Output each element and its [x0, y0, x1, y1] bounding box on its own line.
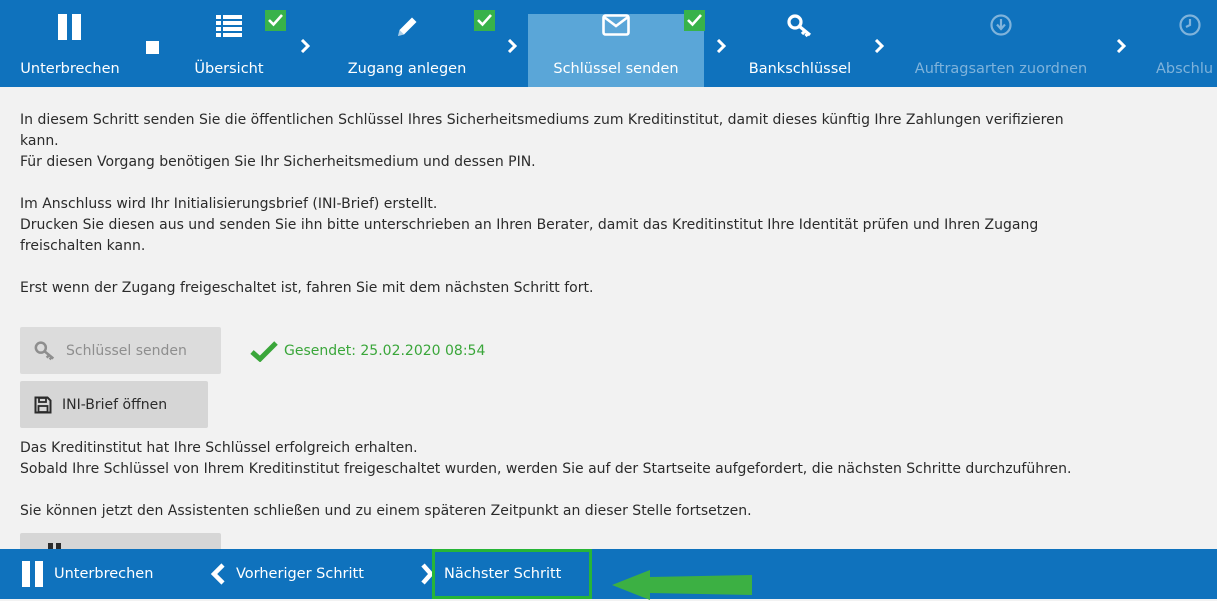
step-content: In diesem Schritt senden Sie die öffentl… [20, 110, 1210, 299]
intro-pin-text: Für diesen Vorgang benötigen Sie Ihr Sic… [20, 154, 536, 170]
pause-button[interactable]: Unterbrechen [22, 549, 153, 599]
open-ini-letter-label: INI-Brief öffnen [62, 396, 168, 413]
pause-icon [58, 14, 82, 44]
list-icon [216, 14, 242, 42]
intro-text: In diesem Schritt senden Sie die öffentl… [20, 112, 1064, 128]
step-bank-keys[interactable]: Bankschlüssel [735, 14, 865, 87]
received-text: Das Kreditinstitut hat Ihre Schlüssel er… [20, 440, 418, 456]
sent-status: Gesendet: 25.02.2020 08:54 [250, 340, 485, 362]
close-note: Sie können jetzt den Assistenten schließ… [20, 503, 752, 519]
step-label: Abschlu [1156, 61, 1214, 77]
download-circle-icon [990, 14, 1012, 40]
check-icon [250, 340, 284, 362]
step-assign-order-types: Auftragsarten zuordnen [896, 14, 1106, 87]
next-step-label: Nächster Schritt [444, 566, 562, 582]
chevron-right-icon [420, 563, 434, 585]
step-send-keys[interactable]: Schlüssel senden [528, 14, 704, 87]
next-step-note: Erst wenn der Zugang freigeschaltet ist,… [20, 280, 594, 296]
send-keys-button-label: Schlüssel senden [66, 342, 187, 359]
pause-button-label: Unterbrechen [54, 566, 154, 582]
step-label: Bankschlüssel [748, 61, 852, 77]
chevron-right-icon [874, 38, 885, 57]
activation-text: Sobald Ihre Schlüssel von Ihrem Kreditin… [20, 461, 1072, 477]
ini-text: Im Anschluss wird Ihr Initialisierungsbr… [20, 196, 438, 212]
chevron-left-icon [210, 563, 226, 585]
result-content: Das Kreditinstitut hat Ihre Schlüssel er… [20, 438, 1210, 522]
sent-status-text: Gesendet: 25.02.2020 08:54 [284, 343, 486, 359]
open-ini-letter-button[interactable]: INI-Brief öffnen [20, 381, 208, 428]
step-create-access[interactable]: Zugang anlegen [322, 14, 492, 87]
ini-instructions: Drucken Sie diesen aus und senden Sie ih… [20, 217, 1039, 233]
previous-step-button[interactable]: Vorheriger Schritt [210, 549, 364, 599]
pencil-icon [394, 14, 420, 44]
step-label: Schlüssel senden [553, 61, 679, 77]
chevron-right-icon [1116, 38, 1127, 57]
key-icon [34, 340, 56, 361]
step-label: Auftragsarten zuordnen [914, 61, 1088, 77]
chevron-right-icon [507, 38, 518, 57]
pause-step[interactable]: Unterbrechen [0, 14, 140, 87]
completed-check-icon [265, 10, 286, 31]
save-icon [34, 396, 52, 414]
send-keys-button: Schlüssel senden [20, 327, 221, 374]
chevron-right-icon [300, 38, 311, 57]
pointer-arrow-icon [612, 570, 752, 600]
wizard-step-bar: Unterbrechen Übersicht Zugang anlegen Sc… [0, 0, 1217, 87]
step-label: Zugang anlegen [347, 61, 467, 77]
pause-step-label: Unterbrechen [20, 61, 120, 77]
step-finish: Abschlu [1150, 14, 1217, 87]
ini-instructions-cont: freischalten kann. [20, 238, 146, 254]
next-step-button[interactable]: Nächster Schritt [420, 549, 561, 599]
completed-check-icon [684, 10, 705, 31]
pause-icon [22, 561, 44, 587]
step-label: Übersicht [194, 61, 264, 77]
key-icon [787, 14, 813, 42]
previous-step-label: Vorheriger Schritt [236, 566, 364, 582]
intro-text-cont: kann. [20, 133, 59, 149]
envelope-icon [602, 14, 630, 40]
stop-icon [146, 41, 159, 54]
clock-icon [1179, 14, 1201, 40]
chevron-right-icon [716, 38, 727, 57]
completed-check-icon [474, 10, 495, 31]
wizard-navigation-bar: Unterbrechen Vorheriger Schritt Nächster… [0, 549, 1217, 599]
